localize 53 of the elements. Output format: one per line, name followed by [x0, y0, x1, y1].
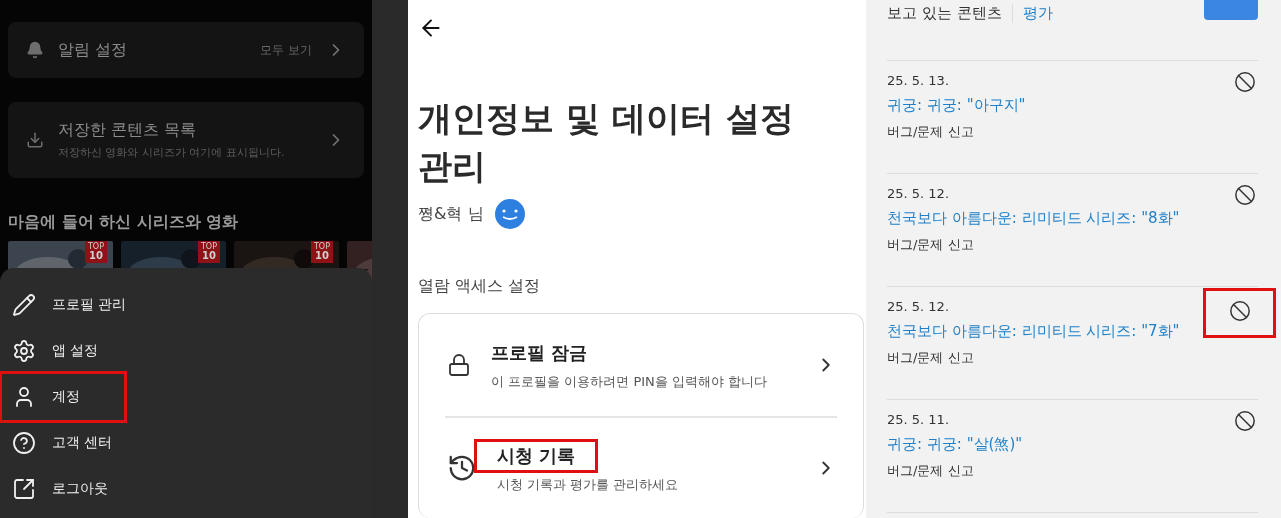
report-link[interactable]: 버그/문제 신고 — [887, 123, 974, 141]
hide-icon — [1234, 71, 1256, 93]
lock-icon — [447, 353, 471, 377]
settings-icon — [12, 339, 36, 363]
help-icon — [12, 431, 36, 455]
hide-button[interactable] — [1233, 71, 1257, 95]
report-link[interactable]: 버그/문제 신고 — [887, 462, 974, 480]
menu-item[interactable]: 로그아웃 — [2, 466, 124, 512]
download-icon — [26, 131, 44, 149]
option-title[interactable]: 프로필 잠금 — [471, 339, 608, 367]
watch-date: 25. 5. 12. — [887, 186, 950, 201]
menu-item[interactable]: 프로필 관리 — [2, 282, 124, 328]
section-heading: 열람 액세스 설정 — [418, 276, 542, 297]
show-title-link[interactable]: 천국보다 아름다운: 리미티드 시리즈: "7화" — [887, 322, 1180, 341]
hide-icon — [1234, 410, 1256, 432]
menu-item[interactable]: 고객 센터 — [2, 420, 124, 466]
tab[interactable]: 보고 있는 콘텐츠 — [887, 4, 1012, 23]
watch-date: 25. 5. 11. — [887, 412, 950, 427]
see-all-link[interactable]: 모두 보기 — [260, 41, 312, 59]
hide-button[interactable] — [1233, 184, 1257, 208]
watch-date: 25. 5. 13. — [887, 73, 950, 88]
option-title[interactable]: 시청 기록 — [477, 442, 596, 470]
card-title: 저장한 콘텐츠 목록 — [58, 120, 198, 141]
bell-icon — [26, 41, 44, 59]
hide-button[interactable] — [1233, 410, 1257, 434]
report-link[interactable]: 버그/문제 신고 — [887, 349, 974, 367]
pencil-icon — [12, 293, 36, 317]
top-ten-badge: TOP 10 — [85, 241, 107, 263]
saved-content-card[interactable]: 저장한 콘텐츠 목록 저장하신 영화와 시리즈가 여기에 표시됩니다. — [8, 102, 364, 178]
history-icon — [447, 453, 477, 483]
top-ten-badge: TOP 10 — [311, 241, 333, 263]
watch-date: 25. 5. 12. — [887, 299, 950, 314]
avatar-icon — [493, 198, 526, 230]
page-title: 개인정보 및 데이터 설정 관리 — [418, 97, 795, 188]
top-ten-badge: TOP 10 — [198, 241, 220, 263]
option-subtitle: 시청 기록과 평가를 관리하세요 — [497, 476, 679, 494]
menu-item[interactable]: 앱 설정 — [2, 328, 124, 374]
hide-icon — [1228, 300, 1251, 322]
hide-button[interactable] — [1203, 288, 1276, 338]
show-title-link[interactable]: 천국보다 아름다운: 리미티드 시리즈: "8화" — [887, 209, 1180, 228]
menu-item[interactable]: 계정 — [2, 374, 124, 420]
hide-icon — [1234, 184, 1256, 206]
show-title-link[interactable]: 귀궁: 귀궁: "살(煞)" — [887, 435, 1023, 454]
section-heading: 마음에 들어 하신 시리즈와 영화 — [8, 212, 240, 233]
notification-settings-card[interactable]: 알림 설정 모두 보기 — [8, 22, 364, 78]
card-title: 알림 설정 — [58, 39, 129, 61]
show-title-link[interactable]: 귀궁: 귀궁: "아구지" — [887, 96, 1026, 115]
profile-name: 쪙&혁 님 — [418, 203, 484, 225]
option-subtitle: 이 프로필을 이용하려면 PIN을 입력해야 합니다 — [491, 373, 768, 391]
external-link-icon — [12, 477, 36, 501]
report-link[interactable]: 버그/문제 신고 — [887, 236, 974, 254]
card-subtitle: 저장하신 영화와 시리즈가 여기에 표시됩니다. — [58, 145, 286, 160]
tab[interactable]: 평가 — [1011, 4, 1063, 23]
